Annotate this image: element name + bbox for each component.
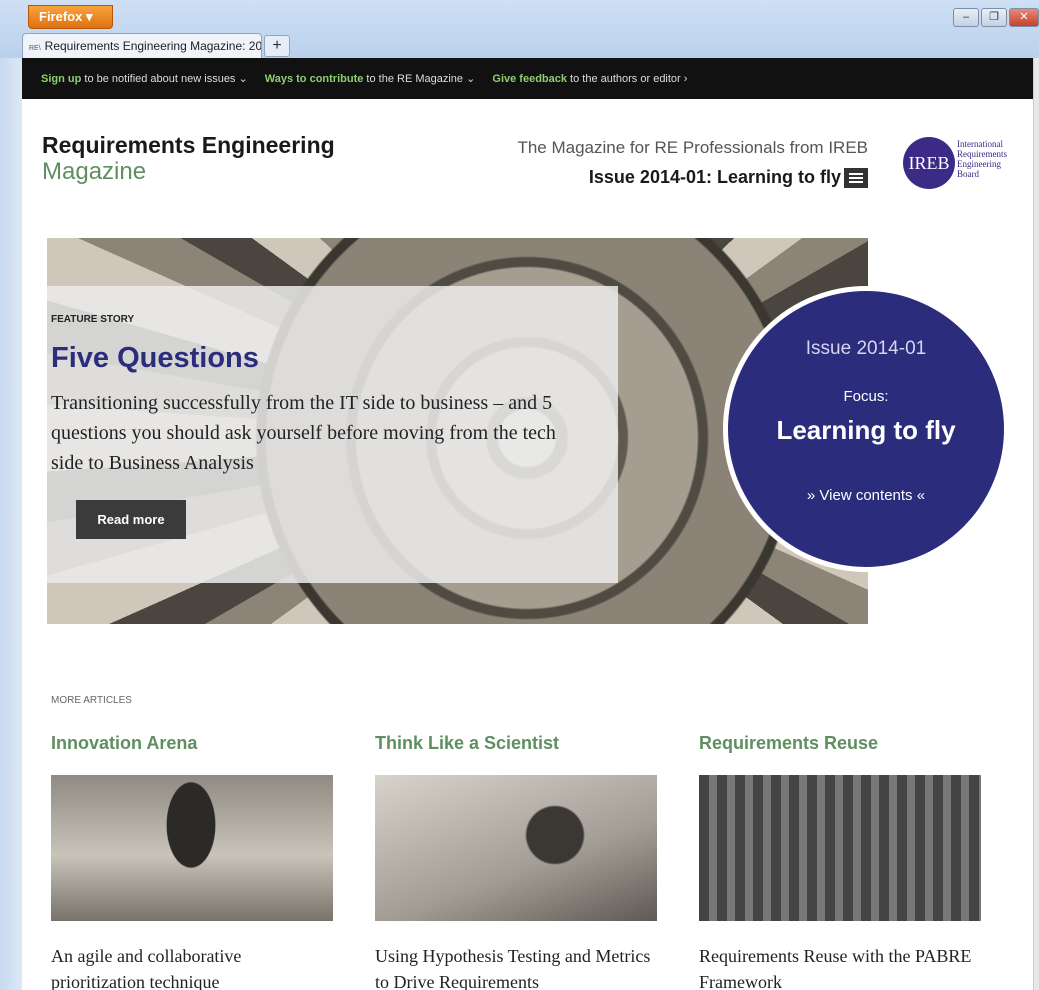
vertical-scrollbar[interactable] [1033, 58, 1039, 990]
site-title[interactable]: Requirements Engineering [42, 132, 335, 159]
feedback-group[interactable]: Give feedback to the authors or editor › [492, 73, 687, 85]
hero-description: Transitioning successfully from the IT s… [51, 392, 556, 474]
feedback-link[interactable]: Give feedback [492, 73, 567, 85]
signup-group[interactable]: Sign up to be notified about new issues … [41, 73, 248, 85]
hero-title[interactable]: Five Questions [51, 342, 259, 375]
hamburger-menu-icon[interactable] [844, 168, 868, 188]
issue-circle[interactable]: Issue 2014-01 Focus: Learning to fly » V… [723, 286, 1009, 572]
article-title[interactable]: An agile and collaborative prioritizatio… [51, 943, 333, 990]
contribute-group[interactable]: Ways to contribute to the RE Magazine ⌄ [265, 73, 476, 85]
web-page: Sign up to be notified about new issues … [22, 58, 1033, 990]
more-articles-label: MORE ARTICLES [51, 695, 132, 706]
circle-focus-label: Focus: [843, 388, 889, 405]
article-card[interactable]: Think Like a Scientist Using Hypothesis … [375, 733, 657, 990]
notification-bar: Sign up to be notified about new issues … [22, 58, 1033, 99]
article-category[interactable]: Innovation Arena [51, 733, 333, 775]
firefox-menu-label: Firefox [39, 9, 83, 24]
article-category[interactable]: Think Like a Scientist [375, 733, 657, 775]
article-title[interactable]: Requirements Reuse with the PABRE Framew… [699, 943, 981, 990]
tab-title: Requirements Engineering Magazine: 20... [44, 39, 262, 53]
window-controls: – ❐ ✕ [953, 8, 1039, 27]
ireb-line-2: Requirements [957, 149, 1007, 159]
contribute-text: to the RE Magazine ⌄ [363, 73, 476, 85]
article-title[interactable]: Using Hypothesis Testing and Metrics to … [375, 943, 657, 990]
ireb-line-3: Engineering [957, 159, 1001, 169]
circle-issue: Issue 2014-01 [805, 338, 927, 359]
menu-bar-2 [849, 177, 863, 179]
window-border [0, 58, 22, 990]
new-tab-button[interactable]: + [264, 35, 290, 57]
ireb-line-4: Board [957, 169, 979, 179]
menu-bar-3 [849, 181, 863, 183]
article-card[interactable]: Innovation Arena An agile and collaborat… [51, 733, 333, 990]
feedback-text: to the authors or editor › [566, 73, 688, 85]
firefox-menu-button[interactable]: Firefox ▾ [28, 5, 113, 29]
signup-link[interactable]: Sign up [41, 73, 81, 85]
article-image-airplane[interactable] [51, 775, 333, 921]
ireb-logo-text: International Requirements Engineering B… [957, 139, 1007, 179]
article-image-pilot[interactable] [375, 775, 657, 921]
site-subtitle[interactable]: Magazine [42, 158, 146, 186]
menu-bar-1 [849, 173, 863, 175]
article-image-cockpit[interactable] [699, 775, 981, 921]
article-card[interactable]: Requirements Reuse Requirements Reuse wi… [699, 733, 981, 990]
signup-text: to be notified about new issues ⌄ [81, 73, 248, 85]
ireb-line-1: International [957, 139, 1003, 149]
browser-tab[interactable]: RE\ Requirements Engineering Magazine: 20… [22, 33, 262, 58]
browser-toolbar: Firefox ▾ – ❐ ✕ RE\ Requirements Engineer… [0, 0, 1039, 58]
tagline: The Magazine for RE Professionals from I… [517, 138, 868, 157]
close-button[interactable]: ✕ [1009, 8, 1039, 27]
issue-heading: Issue 2014-01: Learning to fly [588, 167, 841, 187]
restore-button[interactable]: ❐ [981, 8, 1007, 27]
view-contents-link[interactable]: » View contents « [728, 487, 1004, 504]
contribute-link[interactable]: Ways to contribute [265, 73, 364, 85]
read-more-button[interactable]: Read more [76, 500, 186, 539]
minimize-button[interactable]: – [953, 8, 979, 27]
favicon-icon: RE\ [29, 45, 41, 52]
ireb-logo[interactable]: IREB [903, 137, 955, 189]
article-category[interactable]: Requirements Reuse [699, 733, 981, 775]
circle-focus-title: Learning to fly [776, 415, 956, 445]
hero-kicker: FEATURE STORY [51, 314, 135, 325]
